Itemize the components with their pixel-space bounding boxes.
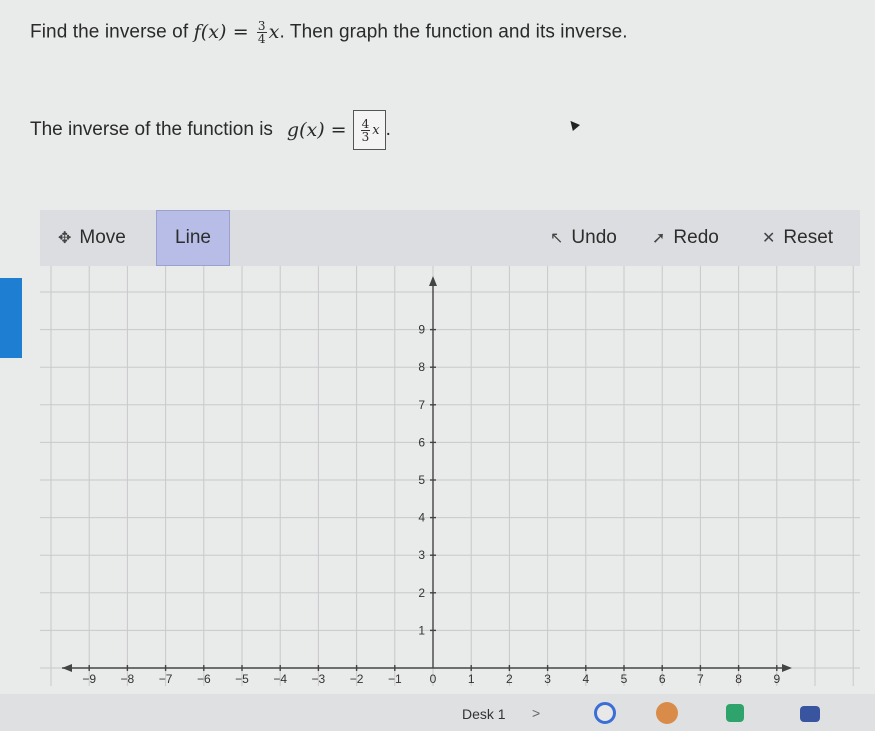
desk-label[interactable]: Desk 1	[462, 706, 506, 722]
redo-arrow-icon: ➚	[652, 230, 666, 247]
x-tick-label: 7	[697, 672, 704, 686]
graph-canvas[interactable]: −9 −8 −7 −6 −5 −4 −3 −2 −1 0 1 2 3 4 5 6 7 8 9 1 2 3 4 5 6 7 8 9	[40, 266, 860, 686]
x-tick-label: 4	[582, 672, 589, 686]
redo-button[interactable]: ➚ Redo	[652, 210, 719, 266]
chrome-app-icon[interactable]	[594, 702, 616, 724]
function-f: f(x) = 34x	[193, 19, 280, 46]
fraction-four-thirds: 43	[360, 116, 371, 144]
y-tick-label: 4	[418, 511, 425, 525]
answer-row: The inverse of the function is g(x) = 43…	[30, 110, 391, 150]
answer-input[interactable]: 43x	[352, 110, 386, 150]
x-tick-label: −6	[197, 672, 211, 686]
y-tick-label: 9	[418, 323, 425, 337]
x-tick-label: 6	[659, 672, 666, 686]
x-tick-label: −5	[235, 672, 249, 686]
answer-suffix: .	[385, 119, 391, 140]
move-tool-button[interactable]: ✥ Move	[58, 210, 126, 266]
y-tick-label: 6	[418, 435, 425, 449]
x-tick-label: 9	[773, 672, 780, 686]
question-text: Find the inverse of f(x) = 3 4 x. Then gra…	[30, 20, 628, 45]
function-g: g(x) =	[286, 119, 347, 141]
screen-icon[interactable]	[800, 706, 820, 722]
app-icon[interactable]	[656, 702, 678, 724]
x-tick-label: 2	[506, 672, 513, 686]
x-tick-label: 1	[468, 672, 475, 686]
y-tick-label: 3	[418, 548, 425, 562]
y-tick-label: 5	[418, 473, 425, 487]
answer-label: The inverse of the function is	[30, 119, 273, 140]
side-tab[interactable]	[0, 278, 22, 358]
x-tick-label: 5	[621, 672, 628, 686]
mouse-cursor-icon: ▲	[562, 113, 586, 137]
x-axis-left-arrow-icon	[62, 664, 72, 672]
reset-button[interactable]: ✕ Reset	[762, 210, 833, 266]
graph-toolbar: ✥ Move Line ↖ Undo ➚ Redo ✕ Reset	[40, 210, 860, 266]
x-tick-label: −4	[273, 672, 287, 686]
x-tick-label: −3	[312, 672, 326, 686]
x-tick-label: −7	[159, 672, 173, 686]
taskbar: Desk 1 >	[0, 694, 875, 731]
x-tick-label: −2	[350, 672, 364, 686]
x-tick-label: −1	[388, 672, 402, 686]
files-icon[interactable]	[726, 704, 744, 722]
coordinate-plane[interactable]: −9 −8 −7 −6 −5 −4 −3 −2 −1 0 1 2 3 4 5 6 7 8 9 1 2 3 4 5 6 7 8 9	[40, 266, 860, 686]
question-suffix: . Then graph the function and its invers…	[279, 21, 628, 43]
y-tick-label: 8	[418, 360, 425, 374]
undo-arrow-icon: ↖	[550, 230, 564, 247]
desk-next-icon[interactable]: >	[532, 705, 540, 721]
y-tick-label: 2	[418, 586, 425, 600]
y-tick-label: 1	[418, 623, 425, 637]
fraction-three-fourths: 34	[256, 19, 267, 46]
undo-button[interactable]: ↖ Undo	[550, 210, 617, 266]
x-tick-label: 3	[544, 672, 551, 686]
move-arrows-icon: ✥	[58, 230, 72, 247]
x-tick-label: −8	[121, 672, 135, 686]
y-axis-arrow-icon	[429, 276, 437, 286]
close-x-icon: ✕	[762, 230, 776, 247]
y-tick-label: 7	[418, 398, 425, 412]
x-tick-label: 0	[430, 672, 437, 686]
line-tool-button[interactable]: Line	[156, 210, 230, 266]
x-axis-arrow-icon	[782, 664, 792, 672]
x-tick-label: 8	[735, 672, 742, 686]
question-prefix: Find the inverse of	[30, 21, 194, 43]
x-tick-label: −9	[82, 672, 96, 686]
